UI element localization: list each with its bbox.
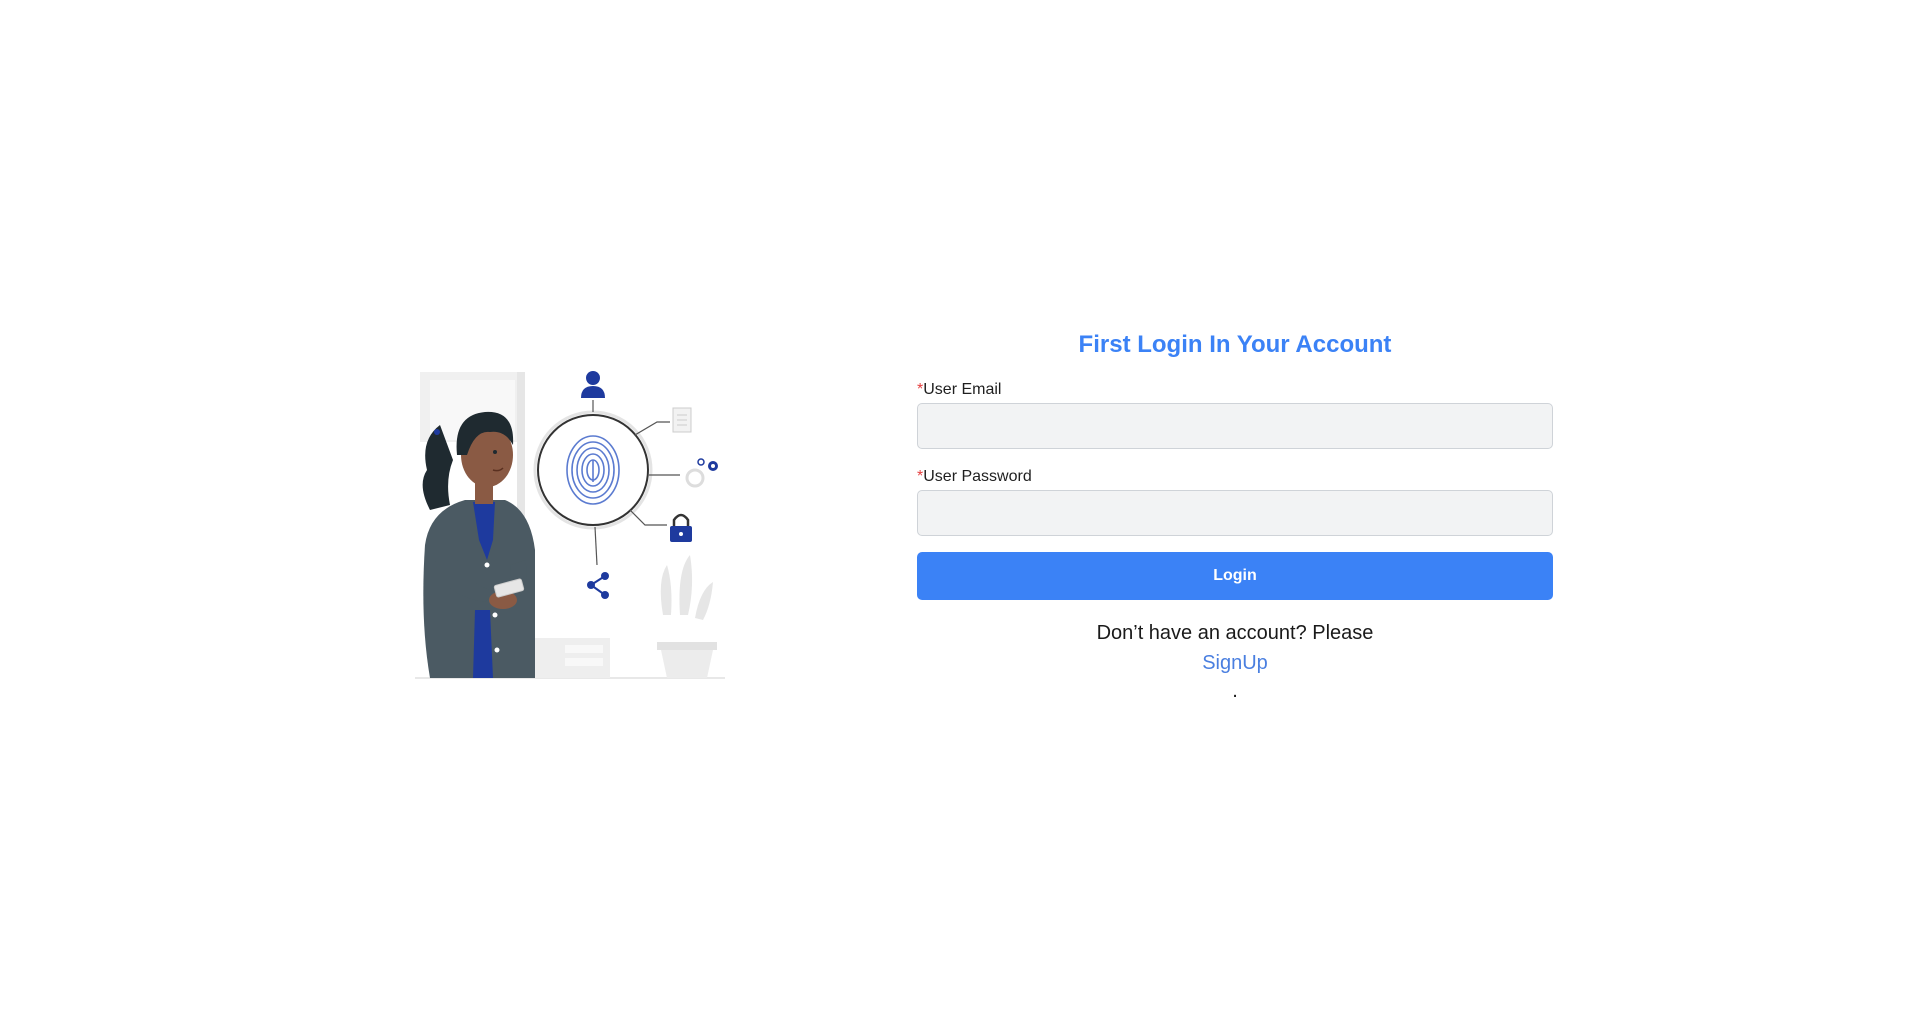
password-label-text: User Password — [923, 468, 1032, 485]
security-illustration — [415, 371, 725, 679]
fingerprint-icon — [533, 410, 653, 530]
share-icon — [587, 572, 609, 599]
signup-prompt-text: Don’t have an account? Please — [1096, 622, 1374, 644]
login-form: First Login In Your Account *User Email … — [917, 330, 1553, 704]
signup-prompt-block: Don’t have an account? Please SignUp . — [917, 618, 1553, 704]
trailing-text: . — [1232, 680, 1238, 702]
plant-decoration — [657, 555, 717, 678]
email-field-group: *User Email — [917, 380, 1553, 449]
signup-link[interactable]: SignUp — [917, 648, 1553, 678]
email-field[interactable] — [917, 403, 1553, 449]
document-icon — [672, 407, 692, 433]
email-label: *User Email — [917, 380, 1553, 400]
user-icon — [581, 371, 605, 398]
password-label: *User Password — [917, 467, 1553, 487]
password-field[interactable] — [917, 490, 1553, 536]
password-field-group: *User Password — [917, 467, 1553, 536]
lock-icon — [670, 513, 692, 542]
form-title: First Login In Your Account — [1078, 331, 1392, 358]
login-page: First Login In Your Account *User Email … — [0, 0, 1920, 1033]
gear-icon — [685, 458, 718, 488]
login-button[interactable]: Login — [917, 552, 1553, 600]
email-label-text: User Email — [923, 381, 1002, 398]
